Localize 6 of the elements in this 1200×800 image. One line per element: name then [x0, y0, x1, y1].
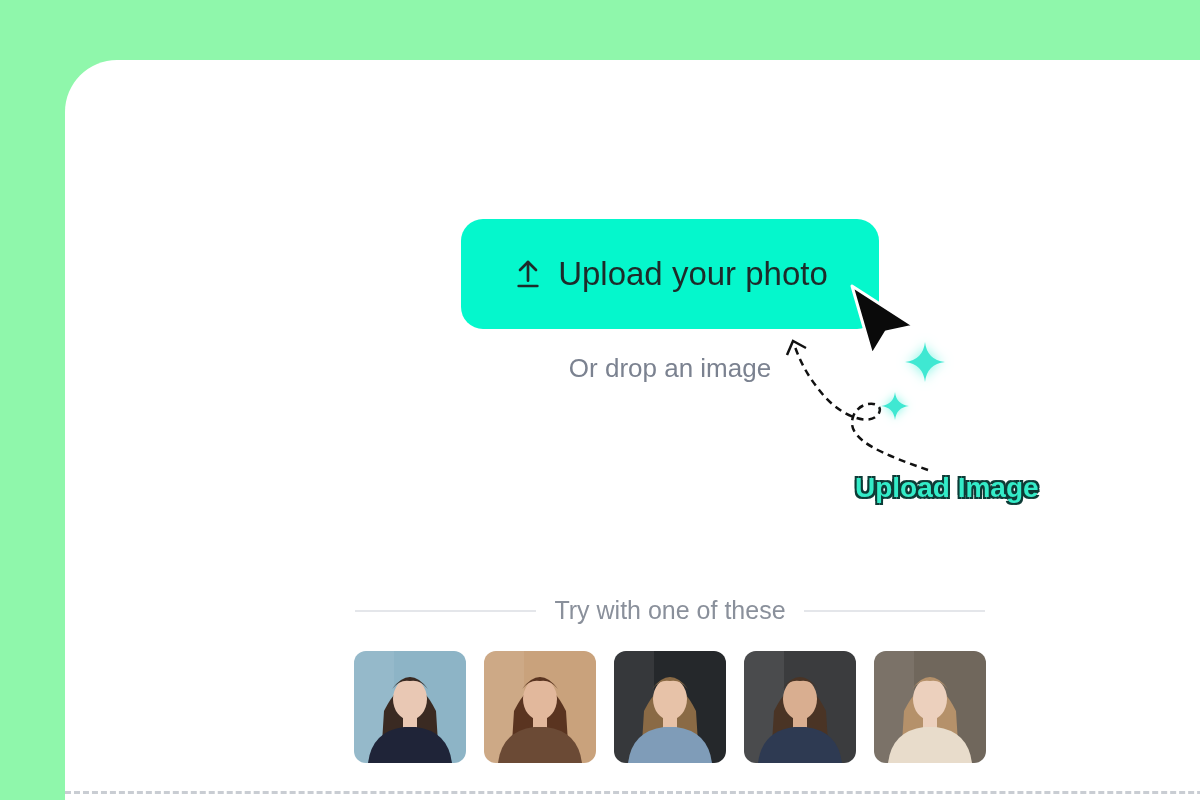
drop-hint: Or drop an image: [568, 353, 772, 384]
samples-heading: Try with one of these: [554, 596, 786, 625]
sparkle-icon: [905, 342, 945, 382]
upload-button[interactable]: Upload your photo: [461, 219, 879, 329]
annotation-label: Upload Image: [855, 472, 1039, 504]
sparkle-icon: [881, 392, 909, 420]
